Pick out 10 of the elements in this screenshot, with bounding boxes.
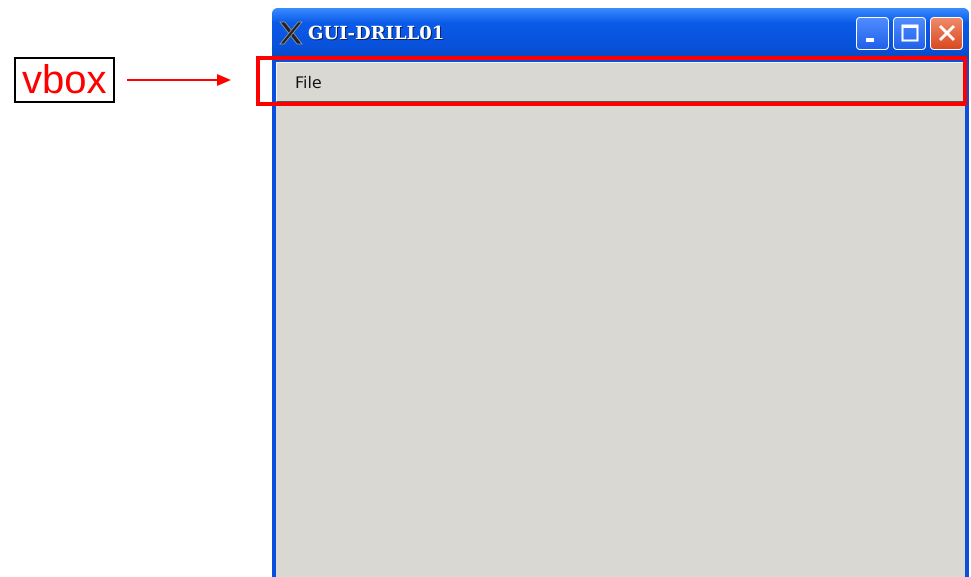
close-icon xyxy=(938,24,956,42)
maximize-button[interactable] xyxy=(893,16,926,50)
maximize-icon xyxy=(900,24,918,42)
annotation-label: vbox xyxy=(14,57,114,103)
menu-item[interactable]: File xyxy=(295,72,322,92)
window-title: GUI-DRILL01 xyxy=(308,22,444,44)
x-logo-icon xyxy=(278,20,304,46)
minimize-button[interactable] xyxy=(856,16,889,50)
minimize-icon xyxy=(866,38,874,42)
close-button[interactable] xyxy=(930,16,963,50)
